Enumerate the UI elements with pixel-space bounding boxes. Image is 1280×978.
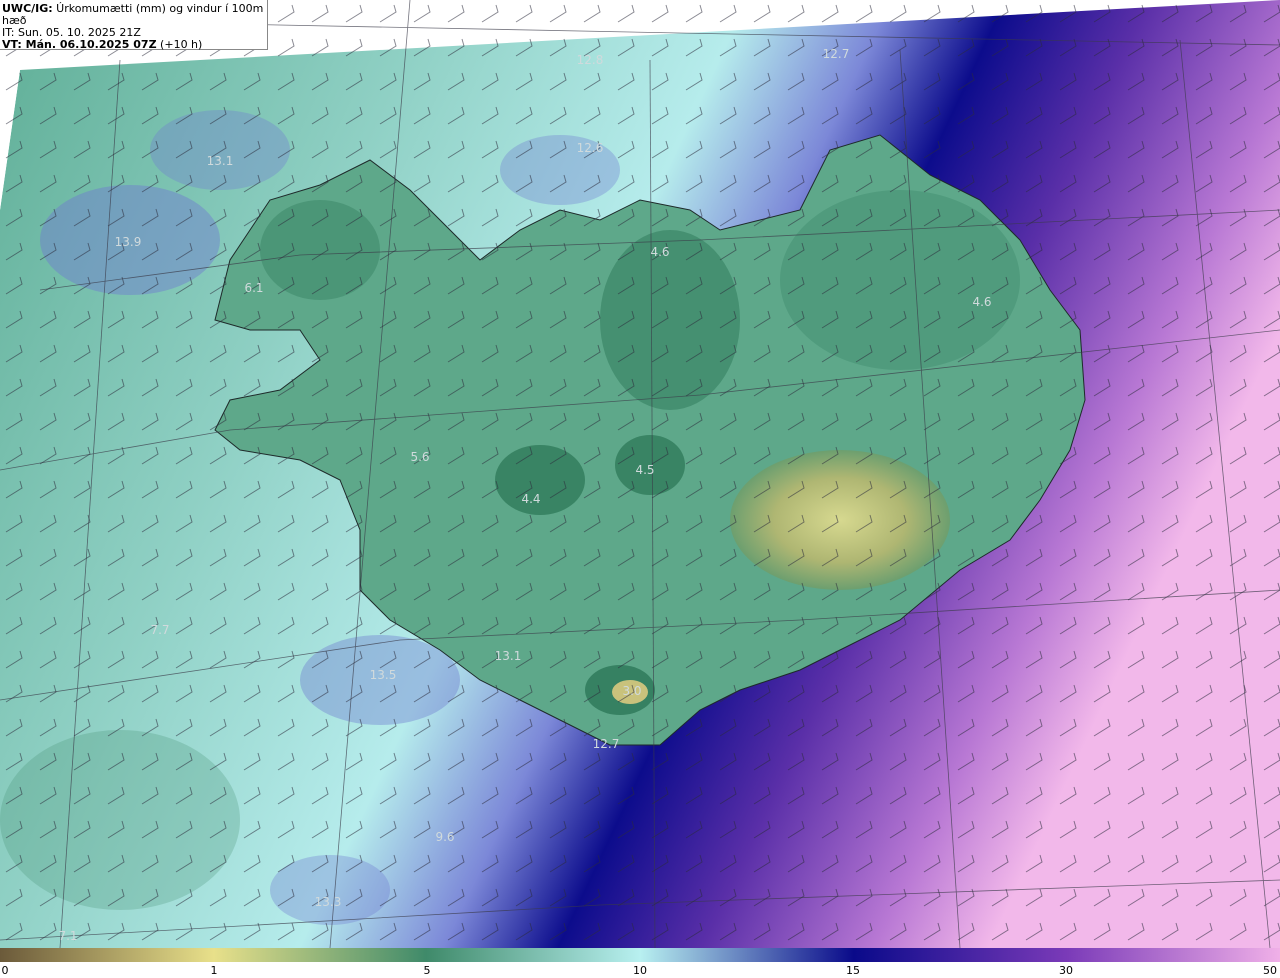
valid-line: VT: Mán. 06.10.2025 07Z (+10 h) — [2, 39, 267, 51]
value-label: 3.0 — [622, 684, 641, 698]
colorbar-tick: 10 — [633, 964, 647, 977]
colorbar-tick: 0 — [1, 964, 9, 977]
value-label: 7.1 — [58, 929, 77, 943]
value-label: 4.4 — [521, 492, 540, 506]
map-view: 12.8 12.7 12.6 13.1 13.9 6.1 4.6 4.6 5.6… — [0, 0, 1280, 978]
value-label: 12.8 — [577, 53, 604, 67]
map-header: UWC/IG: Úrkomumætti (mm) og vindur í 100… — [0, 0, 268, 51]
value-label: 4.5 — [635, 463, 654, 477]
colorbar-tick: 15 — [846, 964, 860, 977]
value-label: 5.6 — [410, 450, 429, 464]
value-label: 9.6 — [435, 830, 454, 844]
value-label: 4.6 — [650, 245, 669, 259]
precipitation-map[interactable]: 12.8 12.7 12.6 13.1 13.9 6.1 4.6 4.6 5.6… — [0, 0, 1280, 948]
value-label: 12.6 — [577, 141, 604, 155]
colorbar-tick: 1 — [210, 964, 218, 977]
colorbar-tick: 50 — [1263, 964, 1277, 977]
value-label: 13.5 — [370, 668, 397, 682]
value-label: 12.7 — [823, 47, 850, 61]
colorbar-tick: 5 — [423, 964, 431, 977]
colorbar-ticks: 0 1 5 10 15 30 50 — [0, 962, 1280, 978]
value-label: 6.1 — [244, 281, 263, 295]
colorbar-tick: 30 — [1059, 964, 1073, 977]
colorbar — [0, 948, 1280, 962]
value-label: 4.6 — [972, 295, 991, 309]
value-label: 7.7 — [150, 623, 169, 637]
value-label: 13.3 — [315, 895, 342, 909]
value-label: 13.1 — [495, 649, 522, 663]
title-line: UWC/IG: Úrkomumætti (mm) og vindur í 100… — [2, 3, 267, 27]
value-label: 12.7 — [593, 737, 620, 751]
value-label: 13.9 — [115, 235, 142, 249]
value-label: 13.1 — [207, 154, 234, 168]
lead-time: (+10 h) — [156, 38, 203, 51]
valid-time: VT: Mán. 06.10.2025 07Z — [2, 38, 157, 51]
